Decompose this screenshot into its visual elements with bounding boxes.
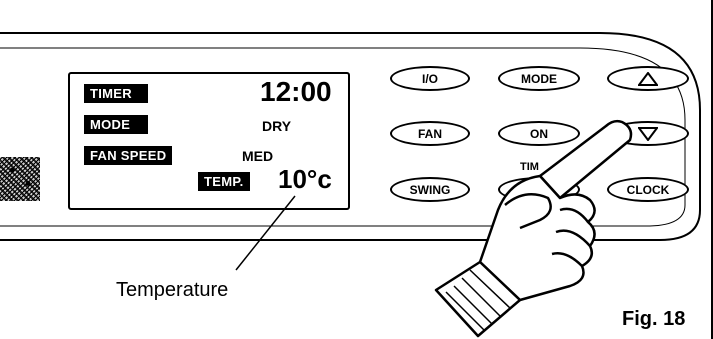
temperature-caption: Temperature: [116, 279, 229, 301]
pointing-hand-illustration: [235, 119, 633, 338]
hand-icon: [434, 119, 633, 338]
temperature-leader-line: [235, 195, 296, 271]
figure-label: Fig. 18: [622, 308, 686, 330]
remote-control-panel-figure: TIMER MODE FAN SPEED TEMP. 12:00 DRY MED…: [0, 0, 713, 339]
